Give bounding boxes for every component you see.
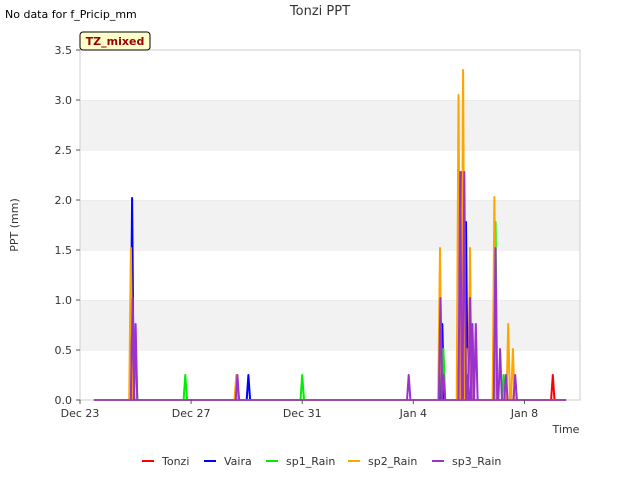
grid-bands	[80, 49, 580, 400]
legend-label-Vaira: Vaira	[224, 455, 252, 468]
legend-label-sp3_Rain: sp3_Rain	[452, 455, 501, 468]
x-tick-label: Jan 4	[399, 407, 427, 420]
grid-band	[80, 300, 580, 350]
y-tick-label: 2.5	[55, 144, 73, 157]
x-axis-label: Time	[552, 423, 580, 436]
ppt-chart: 0.00.51.01.52.02.53.03.5 Dec 23 Dec 27 Dec…	[8, 4, 581, 468]
x-tick-label: Jan 8	[510, 407, 538, 420]
y-axis-label: PPT (mm)	[8, 198, 21, 252]
grid-band	[80, 100, 580, 150]
grid-band	[80, 250, 580, 300]
y-tick-label: 1.0	[55, 294, 73, 307]
legend-label-sp2_Rain: sp2_Rain	[368, 455, 417, 468]
x-tick-label: Dec 23	[61, 407, 100, 420]
y-tick-label: 2.0	[55, 194, 73, 207]
y-tick-label: 3.5	[55, 44, 73, 57]
grid-band	[80, 50, 580, 100]
legend-label-sp1_Rain: sp1_Rain	[286, 455, 335, 468]
x-tick-label: Dec 27	[172, 407, 211, 420]
y-tick-label: 0.5	[55, 344, 73, 357]
y-tick-label: 1.5	[55, 244, 73, 257]
grid-band	[80, 150, 580, 200]
y-axis-ticks: 0.0 0.5 1.0 1.5 2.0 2.5 3.0 3.5	[55, 44, 80, 407]
chart-title: Tonzi PPT	[289, 4, 350, 19]
site-badge: TZ_mixed	[79, 31, 151, 51]
x-tick-label: Dec 31	[283, 407, 322, 420]
legend: Tonzi Vaira sp1_Rain sp2_Rain sp3_Rain	[142, 455, 501, 468]
legend-label-Tonzi: Tonzi	[161, 455, 189, 468]
grid-band	[80, 200, 580, 250]
y-tick-label: 3.0	[55, 94, 73, 107]
site-badge-label: TZ_mixed	[86, 35, 145, 48]
y-tick-label: 0.0	[55, 394, 73, 407]
x-axis-ticks: Dec 23 Dec 27 Dec 31 Jan 4 Jan 8	[61, 400, 538, 420]
